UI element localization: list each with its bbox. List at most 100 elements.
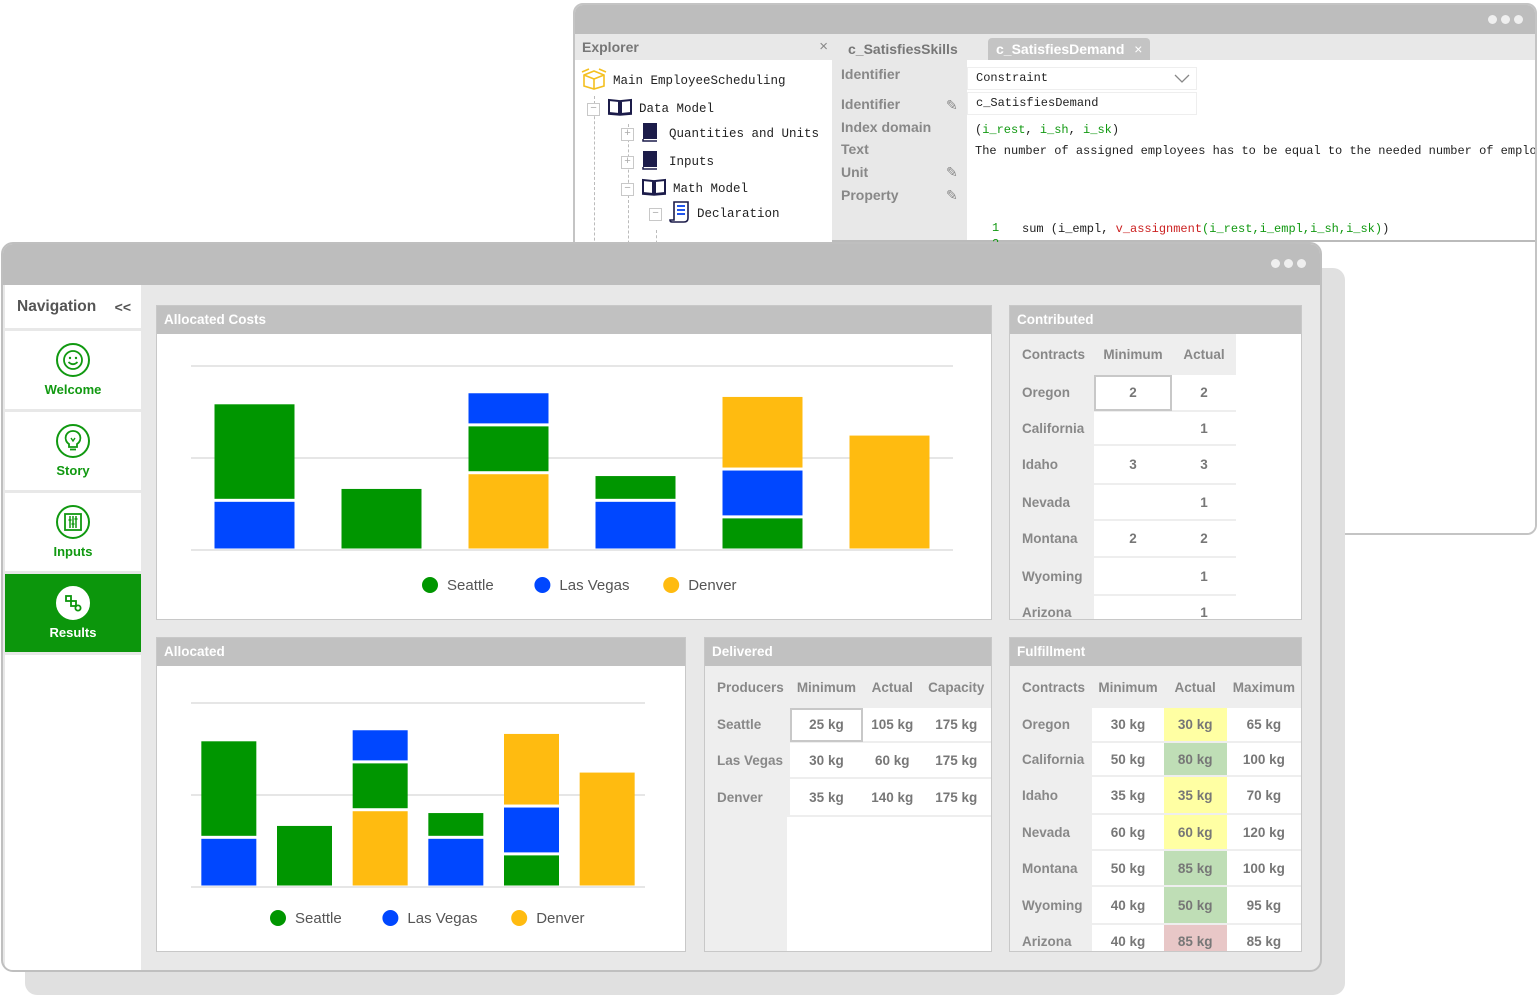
bar-stack[interactable] [352,730,408,886]
collapse-toggle[interactable]: − [587,102,600,116]
bar-segment-denver[interactable] [849,435,930,549]
nav-item-results[interactable]: Results [5,574,141,655]
edit-pencil-icon[interactable]: ✎ [946,187,958,204]
column-header[interactable]: Minimum [1094,334,1172,375]
maximum-cell[interactable]: 65 kg [1226,708,1301,743]
nav-item-story[interactable]: Story [5,412,141,493]
bar-stack[interactable] [277,825,332,886]
maximum-cell[interactable]: 70 kg [1226,776,1301,815]
actual-cell[interactable]: 85 kg [1163,850,1227,887]
tree-node-main[interactable]: Main EmployeeScheduling [581,68,786,92]
actual-cell[interactable]: 1 [1172,411,1236,446]
column-header[interactable]: Actual [1172,334,1236,375]
edit-pencil-icon[interactable]: ✎ [946,97,958,114]
collapse-toggle[interactable]: − [621,182,634,196]
bar-segment-las-vegas[interactable] [722,470,803,516]
bar-segment-seattle[interactable] [468,426,549,472]
minimum-cell[interactable]: 2 [1094,375,1172,412]
collapse-toggle[interactable]: − [649,207,662,221]
bar-segment-seattle[interactable] [722,518,803,549]
bar-segment-seattle[interactable] [428,813,484,836]
actual-cell[interactable]: 85 kg [1163,924,1227,951]
bar-segment-las-vegas[interactable] [428,838,484,886]
minimum-cell[interactable]: 60 kg [1092,814,1164,851]
actual-cell[interactable]: 3 [1172,445,1236,485]
bar-segment-seattle[interactable] [341,488,422,549]
minimum-cell[interactable]: 2 [1094,520,1172,558]
actual-cell[interactable]: 2 [1172,520,1236,558]
column-header[interactable]: Maximum [1226,666,1301,708]
bar-segment-denver[interactable] [579,772,635,886]
tree-node-math-model[interactable]: − Math Model [621,178,748,200]
actual-cell[interactable]: 60 kg [863,742,922,779]
identifier-type-select[interactable]: Constraint [967,67,1197,90]
capacity-cell[interactable]: 175 kg [921,742,991,779]
bar-stack[interactable] [468,393,549,549]
actual-cell[interactable]: 30 kg [1163,708,1227,743]
bar-segment-denver[interactable] [722,396,803,468]
nav-item-inputs[interactable]: Inputs [5,493,141,574]
minimum-cell[interactable]: 30 kg [1092,708,1164,743]
window-menu-dots-icon[interactable] [1271,259,1306,268]
bar-segment-seattle[interactable] [352,763,408,809]
actual-cell[interactable]: 105 kg [863,708,922,743]
maximum-cell[interactable]: 120 kg [1226,814,1301,851]
bar-segment-las-vegas[interactable] [504,807,559,853]
index-domain-value[interactable]: (i_rest, i_sh, i_sk) [975,123,1119,137]
minimum-cell[interactable]: 30 kg [789,742,864,779]
actual-cell[interactable]: 35 kg [1163,776,1227,815]
bar-stack[interactable] [595,476,676,549]
capacity-cell[interactable]: 175 kg [921,708,991,743]
maximum-cell[interactable]: 100 kg [1226,742,1301,777]
minimum-cell[interactable]: 3 [1094,445,1172,485]
bar-stack[interactable] [214,404,295,549]
legend-item[interactable]: Seattle [422,577,494,594]
column-header[interactable]: Actual [863,666,922,708]
bar-segment-seattle[interactable] [277,825,332,886]
column-header[interactable]: Producers [705,666,790,708]
definition-code[interactable]: sum (i_empl, v_assignment(i_rest,i_empl,… [1022,222,1389,236]
bar-segment-seattle[interactable] [201,741,257,836]
legend-item[interactable]: Seattle [270,910,342,927]
column-header[interactable]: Contracts [1010,334,1094,375]
minimum-cell[interactable]: 40 kg [1092,924,1164,951]
bar-segment-las-vegas[interactable] [595,501,676,549]
bar-segment-las-vegas[interactable] [468,393,549,424]
bar-stack[interactable] [849,435,930,549]
bar-segment-seattle[interactable] [214,404,295,499]
minimum-cell[interactable]: 35 kg [789,778,864,817]
bar-stack[interactable] [504,733,559,886]
identifier-name-field[interactable]: c_SatisfiesDemand [967,92,1197,115]
window-menu-dots-icon[interactable] [1488,15,1523,24]
expand-toggle[interactable]: + [621,127,634,141]
minimum-cell[interactable] [1094,411,1172,446]
maximum-cell[interactable]: 100 kg [1226,850,1301,887]
bar-stack[interactable] [341,488,422,549]
bar-stack[interactable] [201,741,257,886]
bar-segment-denver[interactable] [504,733,559,805]
legend-item[interactable]: Las Vegas [382,910,477,927]
actual-cell[interactable]: 140 kg [863,778,922,817]
minimum-cell[interactable]: 40 kg [1092,886,1164,925]
column-header[interactable]: Capacity [921,666,991,708]
bar-stack[interactable] [579,772,635,886]
legend-item[interactable]: Las Vegas [534,577,629,594]
maximum-cell[interactable]: 95 kg [1226,886,1301,925]
tree-node-inputs[interactable]: + Inputs [621,151,714,173]
tree-node-quantities[interactable]: + Quantities and Units [621,123,819,145]
tree-node-data-model[interactable]: − Data Model [587,98,714,120]
collapse-sidebar-button[interactable]: << [115,299,131,315]
actual-cell[interactable]: 1 [1172,595,1236,619]
legend-item[interactable]: Denver [663,577,737,594]
legend-item[interactable]: Denver [511,910,585,927]
tree-node-declaration[interactable]: − Declaration [649,201,780,225]
text-value[interactable]: The number of assigned employees has to … [975,144,1535,158]
actual-cell[interactable]: 60 kg [1163,814,1227,851]
column-header[interactable]: Contracts [1010,666,1093,708]
minimum-cell[interactable]: 50 kg [1092,742,1164,777]
expand-toggle[interactable]: + [621,155,634,169]
actual-cell[interactable]: 1 [1172,484,1236,521]
actual-cell[interactable]: 1 [1172,557,1236,596]
bar-stack[interactable] [722,396,803,549]
actual-cell[interactable]: 50 kg [1163,886,1227,925]
